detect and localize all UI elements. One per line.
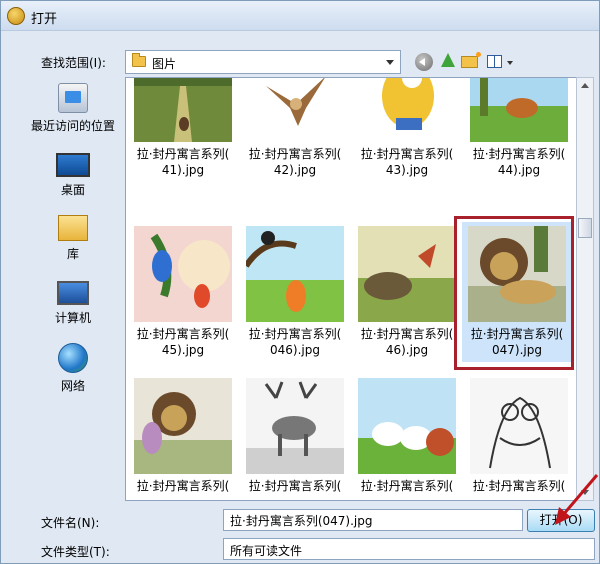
places-sidebar: 最近访问的位置 桌面 库 计算机 网络 [23, 81, 123, 501]
lookin-value: 图片 [152, 57, 177, 71]
back-arrow-icon [415, 53, 433, 71]
computer-icon [57, 281, 89, 305]
file-tile[interactable]: 拉·封丹寓言系列( 42).jpg [240, 78, 350, 182]
file-name-line1: 拉·封丹寓言系列( [136, 479, 230, 493]
filename-input[interactable]: 拉·封丹寓言系列(047).jpg [223, 509, 523, 531]
thumbnail-image [134, 378, 232, 474]
file-name-line1: 拉·封丹寓言系列( [248, 147, 342, 161]
open-file-dialog: 打开 查找范围(I): 图片 最近访问的位置 桌面 库 计算机 网络 拉·封丹寓… [0, 0, 600, 564]
recent-places-icon [58, 83, 88, 113]
file-name-line1: 拉·封丹寓言系列( [136, 327, 230, 341]
thumbnail-image [134, 226, 232, 322]
library-icon [58, 215, 88, 241]
thumbnail-image [470, 78, 568, 142]
sidebar-item-library[interactable]: 库 [23, 215, 123, 262]
sidebar-item-label: 最近访问的位置 [30, 119, 115, 133]
up-arrow-icon [441, 53, 455, 67]
file-name-line2: 44).jpg [497, 163, 541, 177]
sidebar-item-computer[interactable]: 计算机 [23, 281, 123, 326]
sidebar-item-label: 库 [66, 247, 79, 261]
file-name-line1: 拉·封丹寓言系列( [360, 147, 454, 161]
file-name-line1: 拉·封丹寓言系列( [472, 147, 566, 161]
filetype-label: 文件类型(T): [41, 545, 110, 559]
desktop-icon [56, 153, 90, 177]
thumbnail-image [246, 378, 344, 474]
sidebar-item-network[interactable]: 网络 [23, 343, 123, 394]
scroll-up-icon[interactable] [581, 83, 589, 88]
annotation-arrow-icon [555, 474, 599, 525]
sidebar-item-label: 计算机 [54, 311, 91, 325]
thumbnail-image [358, 78, 456, 142]
sidebar-item-desktop[interactable]: 桌面 [23, 153, 123, 198]
file-tile[interactable]: 拉·封丹寓言系列( [240, 374, 350, 500]
lookin-label: 查找范围(I): [41, 56, 106, 70]
thumbnail-image [470, 378, 568, 474]
file-tile[interactable]: 拉·封丹寓言系列( [352, 374, 462, 500]
new-folder-icon [461, 52, 481, 68]
app-icon [7, 7, 25, 25]
sidebar-item-label: 网络 [60, 379, 85, 393]
filename-label: 文件名(N): [41, 516, 100, 530]
sidebar-item-recent[interactable]: 最近访问的位置 [23, 83, 123, 134]
file-name-line2: 046).jpg [270, 343, 320, 357]
file-tile[interactable]: 拉·封丹寓言系列( 45).jpg [128, 222, 238, 362]
file-name-line1: 拉·封丹寓言系列( [248, 479, 342, 493]
file-tile[interactable]: 拉·封丹寓言系列( 43).jpg [352, 78, 462, 182]
title-bar: 打开 [1, 1, 599, 31]
file-tile[interactable]: 拉·封丹寓言系列( [128, 374, 238, 500]
thumbnail-image [246, 78, 344, 142]
thumbnail-image [358, 378, 456, 474]
thumbnail-image [134, 78, 232, 142]
file-tile[interactable]: 拉·封丹寓言系列( 44).jpg [464, 78, 574, 182]
file-list: 拉·封丹寓言系列( 41).jpg 拉·封丹寓言系列( 42).jpg 拉·封丹… [125, 77, 579, 501]
chevron-down-icon [386, 60, 394, 65]
sidebar-item-label: 桌面 [60, 183, 85, 197]
file-tile[interactable]: 拉·封丹寓言系列( 46).jpg [352, 222, 462, 362]
file-name-line1: 拉·封丹寓言系列( [360, 327, 454, 341]
window-title: 打开 [31, 12, 58, 27]
file-name-line1: 拉·封丹寓言系列( [248, 327, 342, 341]
thumbnail-image [358, 226, 456, 322]
up-folder-button[interactable] [437, 51, 459, 73]
filetype-dropdown[interactable]: 所有可读文件 [223, 538, 595, 560]
lookin-dropdown[interactable]: 图片 [125, 50, 401, 74]
file-name-line2: 46).jpg [385, 343, 429, 357]
vertical-scrollbar[interactable] [576, 77, 594, 501]
chevron-down-icon [507, 61, 513, 65]
network-icon [58, 343, 88, 373]
file-name-line2: 43).jpg [385, 163, 429, 177]
view-grid-icon [487, 55, 502, 68]
file-name-line1: 拉·封丹寓言系列( [136, 147, 230, 161]
view-menu-button[interactable] [485, 51, 515, 73]
file-name-line2: 45).jpg [161, 343, 205, 357]
new-folder-button[interactable] [459, 51, 481, 73]
file-name-line2: 42).jpg [273, 163, 317, 177]
scrollbar-thumb[interactable] [578, 218, 592, 238]
file-tile[interactable]: 拉·封丹寓言系列( 41).jpg [128, 78, 238, 182]
file-tile[interactable]: 拉·封丹寓言系列( 046).jpg [240, 222, 350, 362]
file-name-line1: 拉·封丹寓言系列( [360, 479, 454, 493]
back-button[interactable] [413, 51, 435, 73]
thumbnail-image [246, 226, 344, 322]
selection-highlight-frame [454, 216, 574, 370]
file-name-line2: 41).jpg [161, 163, 205, 177]
folder-icon [132, 53, 146, 67]
